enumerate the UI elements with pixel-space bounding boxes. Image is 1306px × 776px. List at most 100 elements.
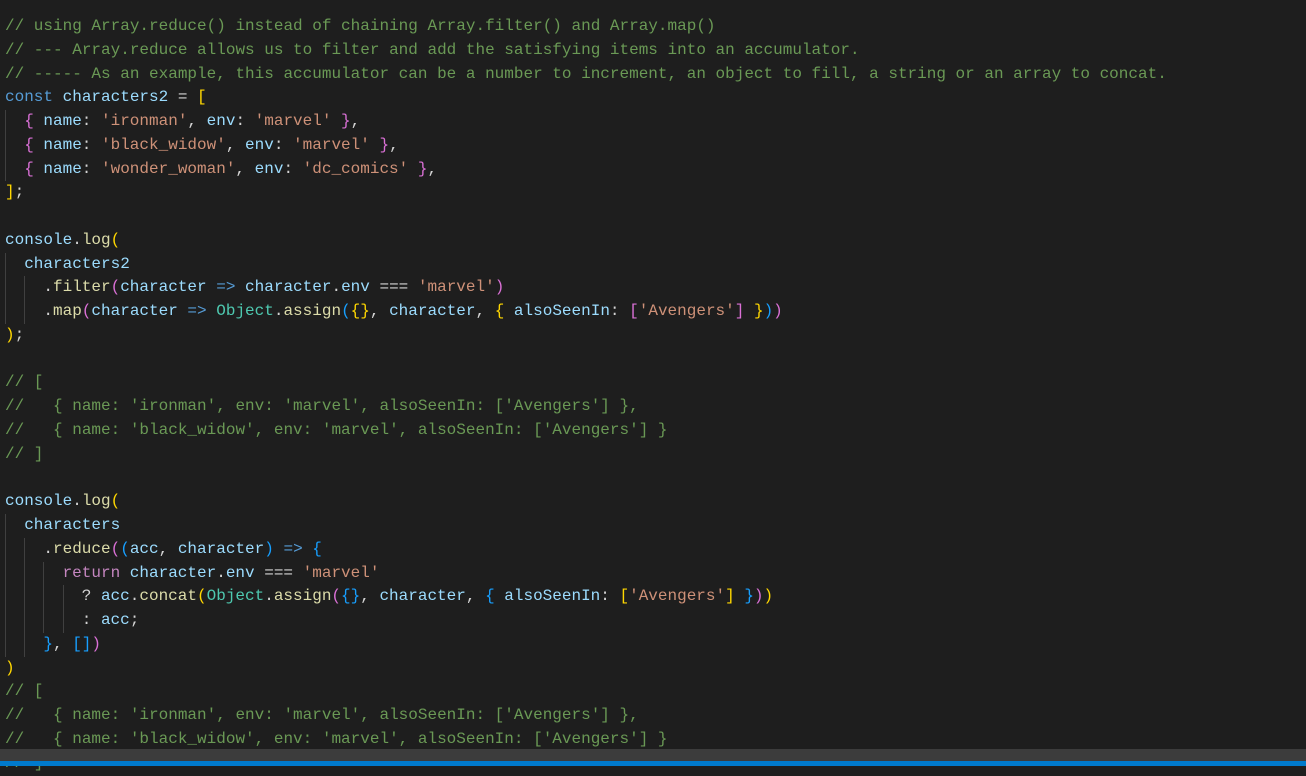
code-token: Object <box>216 302 274 321</box>
code-line[interactable] <box>5 348 1306 372</box>
indent-guide <box>5 562 24 586</box>
code-line[interactable]: ); <box>5 324 1306 348</box>
code-line[interactable] <box>5 467 1306 491</box>
code-token: 'marvel' <box>293 135 370 154</box>
indent-guide <box>5 609 24 633</box>
indent-guide <box>24 300 43 324</box>
code-token: ? <box>81 587 101 606</box>
code-token: alsoSeenIn <box>513 302 610 321</box>
code-token: env <box>245 135 274 154</box>
code-token: . <box>43 539 53 558</box>
code-line[interactable]: // [ <box>5 371 1306 395</box>
code-token: characters2 <box>24 254 130 273</box>
code-token: character <box>379 587 466 606</box>
code-line[interactable]: // [ <box>5 680 1306 704</box>
code-line[interactable]: .map(character => Object.assign({}, char… <box>5 300 1306 324</box>
code-token: === <box>369 278 418 297</box>
code-token: ( <box>110 539 121 558</box>
code-token: name <box>43 112 82 131</box>
code-token: , <box>350 112 361 131</box>
code-token: , <box>389 135 399 154</box>
code-token: ) <box>5 325 15 344</box>
code-token: log <box>81 492 111 511</box>
code-token: ( <box>110 278 121 297</box>
code-token: { <box>485 587 505 606</box>
code-line[interactable]: : acc; <box>5 609 1306 633</box>
indent-guide <box>24 585 43 609</box>
code-editor[interactable]: // using Array.reduce() instead of chain… <box>5 15 1306 776</box>
code-token: } <box>408 159 428 178</box>
code-token: console <box>5 230 73 249</box>
code-line[interactable]: return character.env === 'marvel' <box>5 562 1306 586</box>
code-token: , <box>187 112 207 131</box>
code-line[interactable]: // ----- As an example, this accumulator… <box>5 63 1306 87</box>
code-token: : <box>235 112 255 131</box>
code-line[interactable]: .reduce((acc, character) => { <box>5 538 1306 562</box>
code-token: . <box>331 278 342 297</box>
code-token: // { name: 'ironman', env: 'marvel', als… <box>5 706 639 725</box>
code-token: map <box>52 302 82 321</box>
code-token: [ <box>619 587 630 606</box>
code-line[interactable]: ]; <box>5 181 1306 205</box>
horizontal-scrollbar[interactable] <box>0 749 1306 761</box>
code-token: Object <box>206 587 265 606</box>
code-token: // ] <box>5 444 44 463</box>
code-token: name <box>43 159 82 178</box>
code-line[interactable]: // { name: 'black_widow', env: 'marvel',… <box>5 419 1306 443</box>
indent-guide <box>63 585 82 609</box>
code-token: characters2 <box>62 88 169 107</box>
code-token: => <box>177 302 217 321</box>
code-token: ] <box>725 587 735 606</box>
code-line[interactable]: // ] <box>5 443 1306 467</box>
code-token: ( <box>341 302 351 321</box>
code-line[interactable]: // { name: 'ironman', env: 'marvel', als… <box>5 704 1306 728</box>
code-line[interactable]: console.log( <box>5 229 1306 253</box>
code-token: env <box>206 112 236 131</box>
indent-guide <box>5 110 24 134</box>
indent-guide <box>5 276 24 300</box>
code-line[interactable]: { name: 'wonder_woman', env: 'dc_comics'… <box>5 158 1306 182</box>
code-line[interactable]: // { name: 'ironman', env: 'marvel', als… <box>5 395 1306 419</box>
code-token: assign <box>283 302 342 321</box>
code-token: [ <box>629 302 639 321</box>
code-token: ) <box>91 634 101 653</box>
code-token: : <box>273 135 294 154</box>
code-line[interactable]: { name: 'black_widow', env: 'marvel' }, <box>5 134 1306 158</box>
code-token: ( <box>81 302 92 321</box>
code-token: . <box>129 587 140 606</box>
code-line[interactable]: }, []) <box>5 633 1306 657</box>
code-line[interactable]: { name: 'ironman', env: 'marvel' }, <box>5 110 1306 134</box>
code-token: ) <box>763 587 774 606</box>
code-token: 'wonder_woman' <box>101 159 236 178</box>
code-token: log <box>81 230 111 249</box>
code-line[interactable]: characters <box>5 514 1306 538</box>
code-line[interactable]: .filter(character => character.env === '… <box>5 276 1306 300</box>
code-line[interactable]: // --- Array.reduce allows us to filter … <box>5 39 1306 63</box>
code-token: , <box>369 302 390 321</box>
code-line[interactable] <box>5 205 1306 229</box>
code-token: concat <box>139 587 197 606</box>
code-token: acc <box>129 539 159 558</box>
code-token: 'Avengers' <box>638 302 735 321</box>
code-token: 'marvel' <box>302 563 380 582</box>
code-token: ( <box>110 492 121 511</box>
indent-guide <box>5 538 24 562</box>
code-token: ] <box>734 302 745 321</box>
code-line[interactable]: ? acc.concat(Object.assign({}, character… <box>5 585 1306 609</box>
indent-guide <box>5 158 24 182</box>
code-token: 'dc_comics' <box>302 159 409 178</box>
code-token: [ <box>197 88 207 107</box>
code-line[interactable]: console.log( <box>5 490 1306 514</box>
code-token: ) <box>494 278 505 297</box>
code-token: 'black_widow' <box>101 135 226 154</box>
code-line[interactable]: const characters2 = [ <box>5 86 1306 110</box>
code-token: ) <box>5 658 15 677</box>
code-line[interactable]: ) <box>5 657 1306 681</box>
code-line[interactable]: characters2 <box>5 253 1306 277</box>
indent-guide <box>5 253 24 277</box>
code-token: return <box>62 563 130 582</box>
code-token: ] <box>5 183 15 202</box>
code-token: 'marvel' <box>254 112 332 131</box>
code-token: ; <box>14 183 25 202</box>
code-line[interactable]: // using Array.reduce() instead of chain… <box>5 15 1306 39</box>
